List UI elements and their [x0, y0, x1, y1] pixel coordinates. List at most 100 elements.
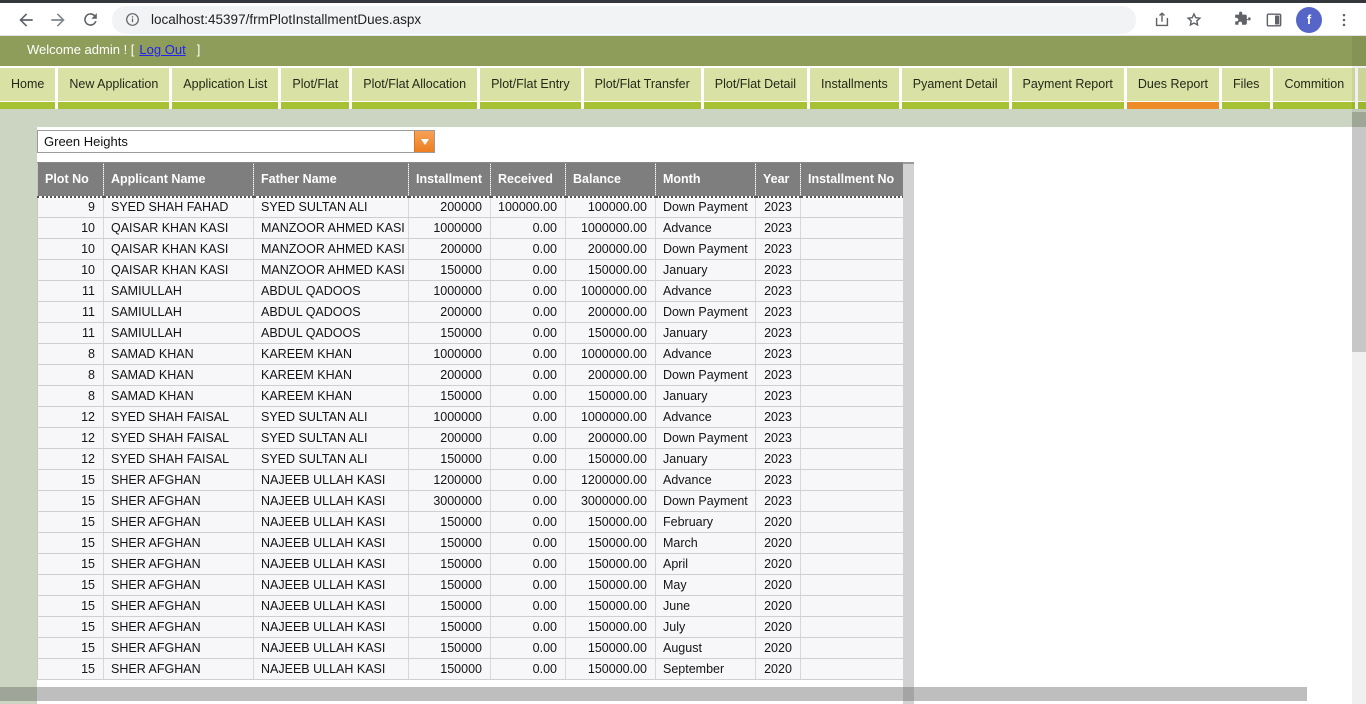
cell-received: 0.00: [491, 323, 566, 344]
table-row: 12SYED SHAH FAISALSYED SULTAN ALI2000000…: [38, 428, 904, 449]
cell-father-name: NAJEEB ULLAH KASI: [254, 554, 409, 575]
kebab-menu-icon: [1335, 11, 1353, 29]
cell-received: 0.00: [491, 218, 566, 239]
cell-father-name: NAJEEB ULLAH KASI: [254, 617, 409, 638]
cell-plot-no: 9: [38, 197, 104, 218]
cell-month: January: [656, 386, 756, 407]
side-panel-button[interactable]: [1258, 5, 1290, 35]
cell-received: 0.00: [491, 239, 566, 260]
cell-installment-no: [801, 554, 904, 575]
nav-tab-application-list[interactable]: Application List: [172, 68, 278, 109]
star-icon: [1184, 10, 1204, 30]
nav-tab-plot-flat-transfer[interactable]: Plot/Flat Transfer: [584, 68, 701, 109]
nav-tab-dues-report[interactable]: Dues Report: [1127, 68, 1219, 109]
table-row: 15SHER AFGHANNAJEEB ULLAH KASI1500000.00…: [38, 638, 904, 659]
cell-installment-no: [801, 344, 904, 365]
nav-tab-plot-flat-detail[interactable]: Plot/Flat Detail: [704, 68, 807, 109]
cell-year: 2020: [756, 575, 801, 596]
cell-installment-no: [801, 218, 904, 239]
bookmark-button[interactable]: [1178, 5, 1210, 35]
cell-installment: 150000: [409, 638, 491, 659]
cell-month: Advance: [656, 218, 756, 239]
cell-installment: 200000: [409, 197, 491, 218]
cell-received: 0.00: [491, 533, 566, 554]
reload-button[interactable]: [74, 5, 106, 35]
cell-installment: 150000: [409, 575, 491, 596]
column-header-applicant-name: Applicant Name: [104, 163, 254, 197]
cell-month: Down Payment: [656, 428, 756, 449]
nav-tab-files[interactable]: Files: [1222, 68, 1270, 109]
nav-tab-home[interactable]: Home: [0, 68, 55, 109]
nav-tab-payment-report[interactable]: Payment Report: [1012, 68, 1124, 109]
cell-received: 0.00: [491, 365, 566, 386]
profile-avatar[interactable]: f: [1296, 7, 1322, 33]
cell-installment-no: [801, 260, 904, 281]
url-text: localhost:45397/frmPlotInstallmentDues.a…: [151, 12, 421, 27]
cell-installment-no: [801, 365, 904, 386]
welcome-bar: Welcome admin ! [Log Out]: [0, 36, 1366, 66]
cell-installment-no: [801, 449, 904, 470]
cell-installment-no: [801, 323, 904, 344]
cell-plot-no: 8: [38, 386, 104, 407]
forward-button[interactable]: [42, 5, 74, 35]
cell-installment-no: [801, 533, 904, 554]
nav-tab-plot-flat-allocation[interactable]: Plot/Flat Allocation: [352, 68, 477, 109]
grid-scrollbar-track[interactable]: [903, 162, 914, 704]
nav-tabs: Home New Application Application List Pl…: [0, 68, 1366, 109]
cell-father-name: KAREEM KHAN: [254, 344, 409, 365]
browser-menu-button[interactable]: [1328, 5, 1360, 35]
cell-balance: 150000.00: [566, 617, 656, 638]
share-button[interactable]: [1146, 5, 1178, 35]
cell-received: 0.00: [491, 638, 566, 659]
address-bar[interactable]: localhost:45397/frmPlotInstallmentDues.a…: [112, 6, 1136, 34]
cell-plot-no: 15: [38, 554, 104, 575]
horizontal-scrollbar[interactable]: [0, 687, 1307, 701]
cell-plot-no: 8: [38, 344, 104, 365]
cell-father-name: SYED SULTAN ALI: [254, 449, 409, 470]
cell-installment: 150000: [409, 323, 491, 344]
table-header-row: Plot NoApplicant NameFather NameInstallm…: [38, 163, 904, 197]
project-select[interactable]: Green Heights: [37, 130, 435, 153]
column-header-year: Year: [756, 163, 801, 197]
table-row: 15SHER AFGHANNAJEEB ULLAH KASI30000000.0…: [38, 491, 904, 512]
cell-installment: 3000000: [409, 491, 491, 512]
cell-father-name: NAJEEB ULLAH KASI: [254, 512, 409, 533]
nav-tab-plot-flat-entry[interactable]: Plot/Flat Entry: [480, 68, 581, 109]
cell-installment: 150000: [409, 554, 491, 575]
cell-balance: 200000.00: [566, 365, 656, 386]
cell-installment: 150000: [409, 533, 491, 554]
cell-installment-no: [801, 407, 904, 428]
page-info-icon[interactable]: [124, 11, 141, 28]
vertical-scrollbar-thumb[interactable]: [1352, 112, 1366, 352]
back-button[interactable]: [10, 5, 42, 35]
cell-plot-no: 15: [38, 470, 104, 491]
table-row: 15SHER AFGHANNAJEEB ULLAH KASI12000000.0…: [38, 470, 904, 491]
table-row: 10QAISAR KHAN KASIMANZOOR AHMED KASI1000…: [38, 218, 904, 239]
extensions-button[interactable]: [1226, 5, 1258, 35]
cell-installment: 150000: [409, 512, 491, 533]
cell-month: April: [656, 554, 756, 575]
table-row: 15SHER AFGHANNAJEEB ULLAH KASI1500000.00…: [38, 533, 904, 554]
nav-tab-new-application[interactable]: New Application: [58, 68, 169, 109]
nav-tab-plot-flat[interactable]: Plot/Flat: [281, 68, 349, 109]
cell-balance: 1200000.00: [566, 470, 656, 491]
cell-year: 2023: [756, 281, 801, 302]
cell-applicant-name: SYED SHAH FAHAD: [104, 197, 254, 218]
cell-received: 0.00: [491, 554, 566, 575]
cell-year: 2020: [756, 596, 801, 617]
table-row: 15SHER AFGHANNAJEEB ULLAH KASI1500000.00…: [38, 617, 904, 638]
nav-tab-installments[interactable]: Installments: [810, 68, 899, 109]
cell-applicant-name: SAMAD KHAN: [104, 344, 254, 365]
cell-plot-no: 12: [38, 449, 104, 470]
logout-link[interactable]: Log Out: [139, 42, 185, 57]
nav-tab-commition[interactable]: Commition: [1273, 68, 1355, 109]
vertical-scrollbar-track[interactable]: [1352, 36, 1366, 704]
cell-installment-no: [801, 197, 904, 218]
cell-balance: 150000.00: [566, 533, 656, 554]
cell-installment-no: [801, 512, 904, 533]
cell-plot-no: 10: [38, 218, 104, 239]
tab-underline: [281, 102, 349, 109]
puzzle-icon: [1232, 10, 1252, 30]
dropdown-arrow-button[interactable]: [414, 131, 434, 152]
nav-tab-pyament-detail[interactable]: Pyament Detail: [902, 68, 1009, 109]
